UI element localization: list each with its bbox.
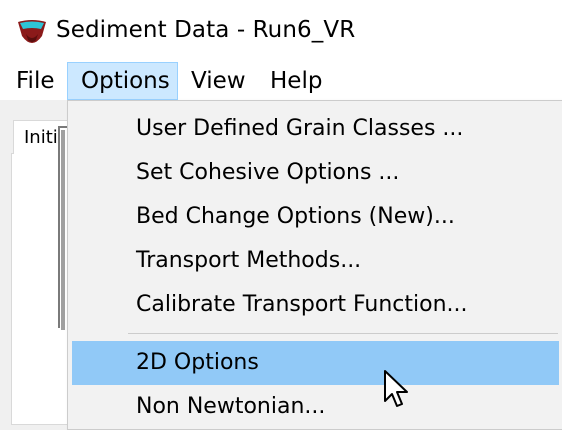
menu-view[interactable]: View <box>191 62 246 100</box>
options-dropdown-menu: User Defined Grain Classes ... Set Cohes… <box>67 100 562 430</box>
menu-item-transport-methods[interactable]: Transport Methods... <box>68 239 562 283</box>
menu-item-non-newtonian[interactable]: Non Newtonian... <box>68 385 562 429</box>
title-bar: Sediment Data - Run6_VR <box>0 0 562 62</box>
menu-item-set-cohesive-options[interactable]: Set Cohesive Options ... <box>68 151 562 195</box>
menu-item-bed-change-options[interactable]: Bed Change Options (New)... <box>68 195 562 239</box>
window-title: Sediment Data - Run6_VR <box>56 17 356 43</box>
menu-options[interactable]: Options <box>67 62 178 100</box>
menu-help[interactable]: Help <box>270 62 322 100</box>
menu-separator <box>128 333 558 334</box>
mouse-pointer-icon <box>384 370 408 407</box>
menu-item-2d-options[interactable]: 2D Options <box>72 341 559 385</box>
menu-item-calibrate-transport-function[interactable]: Calibrate Transport Function... <box>68 283 562 327</box>
menu-item-user-defined-grain-classes[interactable]: User Defined Grain Classes ... <box>68 107 562 151</box>
menu-file[interactable]: File <box>16 62 55 100</box>
app-icon <box>18 20 46 43</box>
menu-bar: File Options View Help <box>0 62 562 100</box>
scrollbar[interactable] <box>61 130 65 330</box>
